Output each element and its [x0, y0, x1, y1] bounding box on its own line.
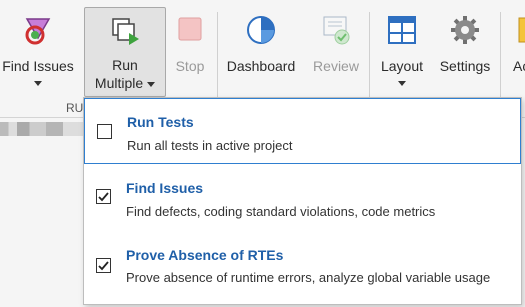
layout-caret-icon[interactable]	[398, 81, 406, 86]
run-multiple-caret-icon	[147, 81, 156, 87]
run-multiple-dropdown: Run Tests Run all tests in active projec…	[83, 97, 522, 305]
review-button[interactable]: Review	[303, 0, 369, 100]
settings-label: Settings	[439, 58, 491, 74]
find-issues-checkbox[interactable]	[96, 189, 111, 204]
run-multiple-icon	[109, 15, 141, 50]
run-multiple-label-1: Run	[112, 57, 138, 73]
cut-off-tool-label: Ac	[513, 58, 525, 74]
run-multiple-label-2-text: Multiple	[94, 75, 144, 91]
menu-item-description: Run all tests in active project	[127, 138, 293, 153]
stop-icon	[175, 14, 205, 47]
cut-off-tool-icon	[517, 14, 525, 49]
layout-label: Layout	[380, 58, 424, 74]
layout-button[interactable]: Layout	[373, 0, 431, 100]
run-multiple-button[interactable]: Run Multiple	[84, 7, 166, 97]
settings-button[interactable]: Settings	[433, 0, 497, 100]
menu-item-description: Prove absence of runtime errors, analyze…	[126, 270, 491, 285]
find-issues-button[interactable]: Find Issues	[0, 0, 76, 100]
menu-item-description: Find defects, coding standard violations…	[126, 204, 436, 219]
prove-absence-checkbox[interactable]	[96, 258, 111, 273]
cut-off-tool-button[interactable]: Ac	[507, 0, 525, 100]
menu-item-title: Find Issues	[126, 180, 204, 196]
separator	[217, 12, 218, 98]
stop-button[interactable]: Stop	[168, 0, 212, 100]
dashboard-label: Dashboard	[226, 58, 296, 74]
checkmark-icon	[98, 192, 109, 202]
menu-item-find-issues[interactable]: Find Issues Find defects, coding standar…	[84, 166, 521, 232]
find-issues-caret-icon[interactable]	[34, 81, 42, 86]
section-label: RU	[66, 101, 84, 115]
menu-item-run-tests[interactable]: Run Tests Run all tests in active projec…	[84, 98, 521, 164]
blurred-content	[0, 122, 84, 136]
dashboard-button[interactable]: Dashboard	[222, 0, 300, 100]
layout-grid-icon	[386, 14, 418, 49]
menu-item-title: Run Tests	[127, 114, 194, 130]
pie-chart-icon	[245, 14, 277, 49]
gear-icon	[449, 14, 481, 49]
run-tests-checkbox[interactable]	[97, 124, 112, 139]
separator	[500, 12, 501, 98]
find-issues-label: Find Issues	[2, 58, 74, 74]
menu-item-prove-absence[interactable]: Prove Absence of RTEs Prove absence of r…	[84, 232, 521, 302]
checkmark-icon	[98, 261, 109, 271]
separator	[369, 12, 370, 98]
menu-item-title: Prove Absence of RTEs	[126, 247, 284, 263]
stop-label: Stop	[175, 58, 205, 74]
find-issues-icon	[21, 14, 55, 51]
run-multiple-label-2: Multiple	[85, 75, 165, 91]
review-label: Review	[313, 58, 359, 74]
review-icon	[320, 14, 352, 49]
